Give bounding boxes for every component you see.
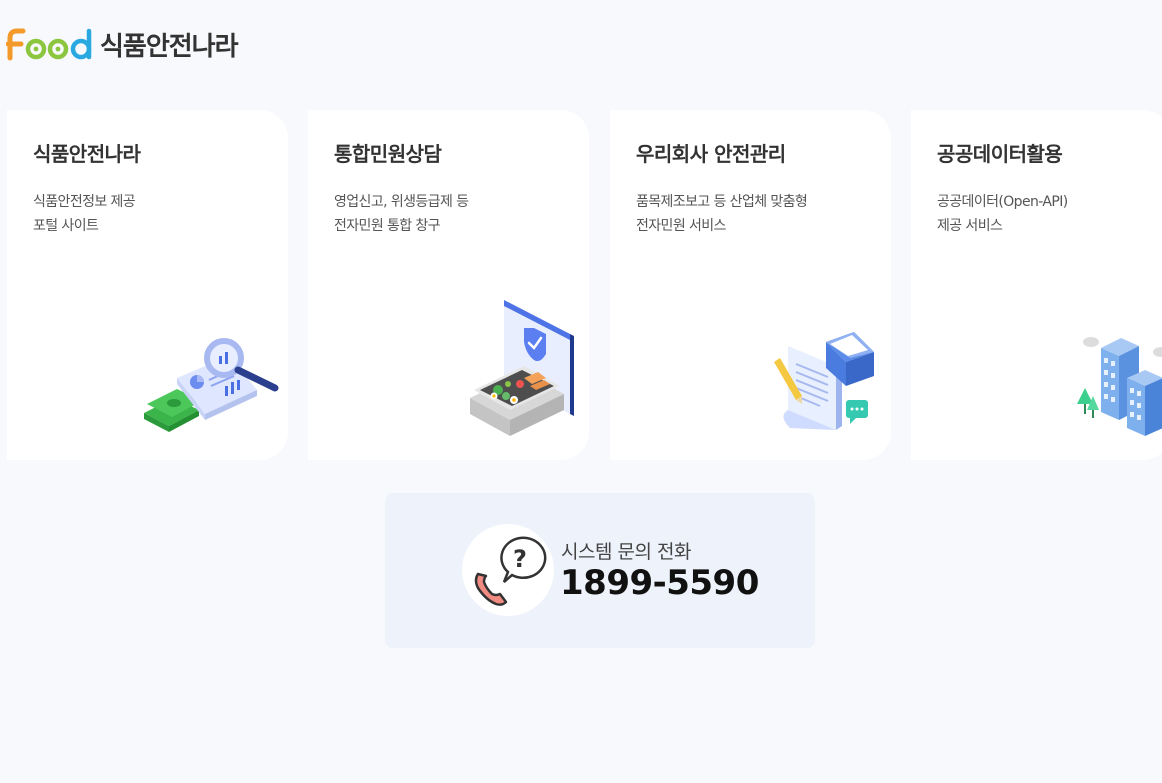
- card-public-data-utilization[interactable]: 공공데이터활용 공공데이터(Open-API) 제공 서비스: [911, 110, 1162, 460]
- card-title: 식품안전나라: [33, 142, 141, 166]
- site-logo[interactable]: 식품안전나라: [6, 26, 239, 62]
- card-desc-line: 제공 서비스: [937, 218, 1003, 234]
- document-envelope-icon: [774, 332, 874, 430]
- card-title: 공공데이터활용: [937, 142, 1063, 166]
- card-description: 공공데이터(Open-API) 제공 서비스: [937, 190, 1068, 238]
- card-desc-line: 포털 사이트: [33, 218, 99, 234]
- card-title: 우리회사 안전관리: [636, 142, 786, 166]
- magnifier-document-money-icon: [144, 338, 279, 432]
- card-desc-line: 품목제조보고 등 산업체 맞춤형: [636, 194, 808, 210]
- card-integrated-civil-service[interactable]: 통합민원상담 영업신고, 위생등급제 등 전자민원 통합 창구: [308, 110, 589, 460]
- card-desc-line: 공공데이터(Open-API): [937, 194, 1068, 210]
- card-desc-line: 전자민원 서비스: [636, 218, 726, 234]
- card-food-safety-portal[interactable]: 식품안전나라 식품안전정보 제공 포털 사이트: [7, 110, 288, 460]
- checked-food-tray-icon: [470, 300, 574, 436]
- card-desc-line: 영업신고, 위생등급제 등: [334, 194, 469, 210]
- contact-label: 시스템 문의 전화: [561, 541, 691, 563]
- system-inquiry-contact: ? 시스템 문의 전화 1899-5590: [385, 493, 815, 648]
- card-title: 통합민원상담: [334, 142, 442, 166]
- phone-question-icon: ?: [462, 524, 554, 616]
- city-buildings-icon: [1077, 337, 1162, 436]
- card-description: 식품안전정보 제공 포털 사이트: [33, 190, 136, 238]
- card-company-safety-management[interactable]: 우리회사 안전관리 품목제조보고 등 산업체 맞춤형 전자민원 서비스: [610, 110, 891, 460]
- card-desc-line: 전자민원 통합 창구: [334, 218, 441, 234]
- contact-phone-number[interactable]: 1899-5590: [560, 563, 759, 603]
- card-desc-line: 식품안전정보 제공: [33, 194, 136, 210]
- svg-text:?: ?: [513, 545, 527, 573]
- food-logo-mark: [6, 26, 98, 62]
- card-description: 영업신고, 위생등급제 등 전자민원 통합 창구: [334, 190, 469, 238]
- card-description: 품목제조보고 등 산업체 맞춤형 전자민원 서비스: [636, 190, 808, 238]
- page: 식품안전나라 식품안전나라 식품안전정보 제공 포털 사이트 통합민원상담 영업…: [0, 0, 1162, 783]
- logo-text: 식품안전나라: [100, 31, 239, 62]
